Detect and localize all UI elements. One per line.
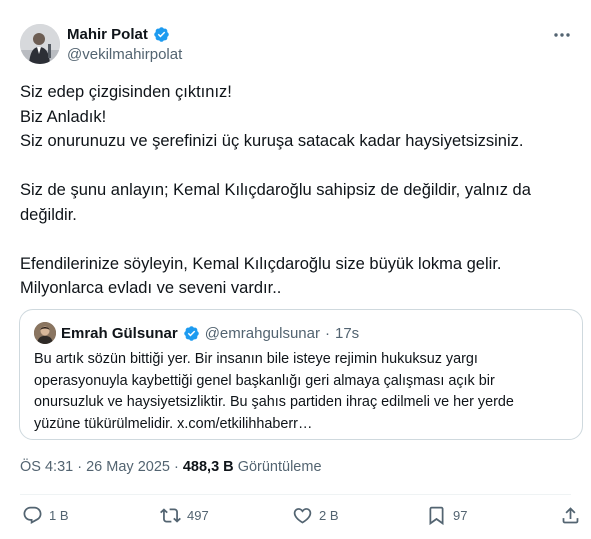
bookmark-button[interactable]: 97 xyxy=(426,505,467,526)
meta-separator: · xyxy=(77,459,83,475)
tweet-line: Siz onurunuzu ve şerefinizi üç kuruşa sa… xyxy=(20,132,524,150)
quoted-line: yüzüne tükürülmelidir. x.com/etkilihhabe… xyxy=(34,415,313,432)
tweet-line: Siz de şunu anlayın; Kemal Kılıçdaroğlu … xyxy=(20,181,531,199)
author-name[interactable]: Mahir Polat xyxy=(67,26,148,43)
like-button[interactable]: 2 B xyxy=(292,505,339,526)
tweet-line: Biz Anladık! xyxy=(20,107,107,126)
author-avatar[interactable] xyxy=(20,24,60,64)
like-icon xyxy=(293,508,312,524)
bookmark-count: 97 xyxy=(453,508,468,523)
share-icon xyxy=(562,507,579,524)
verified-badge-icon xyxy=(153,26,170,43)
quoted-line: onursuzluk ve haysiyetsizliktir. Bu şahı… xyxy=(34,394,514,410)
divider xyxy=(20,494,571,495)
quoted-tweet-text: Bu artık sözün bittiği yer. Bir insanın … xyxy=(34,349,570,435)
tweet: Mahir Polat @vekilmahirpolat Siz edep çi… xyxy=(0,0,591,539)
post-date[interactable]: 26 May 2025 xyxy=(86,459,170,475)
share-button[interactable] xyxy=(560,505,581,526)
quoted-line: Bu artık sözün bittiği yer. Bir insanın … xyxy=(34,351,478,367)
tweet-text: Siz edep çizgisinden çıktınız! Biz Anlad… xyxy=(20,80,565,301)
quoted-tweet-header: Emrah Gülsunar @emrahgulsunar · 17s xyxy=(34,322,359,344)
reply-icon xyxy=(23,506,42,524)
repost-count: 497 xyxy=(187,508,209,523)
tweet-line: değildir. xyxy=(20,205,77,224)
repost-button[interactable]: 497 xyxy=(160,505,209,526)
action-bar: 1 B 497 2 B 97 xyxy=(0,505,591,535)
repost-icon xyxy=(160,508,181,523)
reply-button[interactable]: 1 B xyxy=(22,505,69,526)
more-icon[interactable] xyxy=(551,25,573,45)
views-label: Görüntüleme xyxy=(237,459,322,475)
bookmark-icon xyxy=(429,506,444,526)
quoted-tweet[interactable]: Emrah Gülsunar @emrahgulsunar · 17s Bu a… xyxy=(19,309,583,440)
tweet-line: Efendilerinize söyleyin, Kemal Kılıçdaro… xyxy=(20,254,502,273)
views-count: 488,3 B xyxy=(182,459,234,475)
quoted-author-handle: @emrahgulsunar xyxy=(204,324,320,342)
like-count: 2 B xyxy=(319,508,339,523)
quoted-author-name: Emrah Gülsunar xyxy=(61,324,178,342)
tweet-header: Mahir Polat @vekilmahirpolat xyxy=(20,23,575,67)
post-time[interactable]: ÖS 4:31 xyxy=(20,459,73,475)
quoted-line: operasyonuyla kaybettiği genel başkanlığ… xyxy=(34,372,495,389)
author-name-row: Mahir Polat xyxy=(67,26,170,43)
tweet-line: Siz edep çizgisinden çıktınız! xyxy=(20,83,232,101)
reply-count: 1 B xyxy=(49,508,69,523)
author-handle[interactable]: @vekilmahirpolat xyxy=(67,46,182,63)
verified-badge-icon xyxy=(183,325,200,342)
tweet-line: Milyonlarca evladı ve seveni vardır.. xyxy=(20,279,282,297)
quoted-time: 17s xyxy=(335,324,360,342)
quoted-author-avatar xyxy=(34,322,56,344)
meta-separator: · xyxy=(173,459,179,475)
tweet-meta: ÖS 4:31 · 26 May 2025 · 488,3 B Görüntül… xyxy=(20,459,322,475)
quoted-separator: · xyxy=(325,324,330,342)
